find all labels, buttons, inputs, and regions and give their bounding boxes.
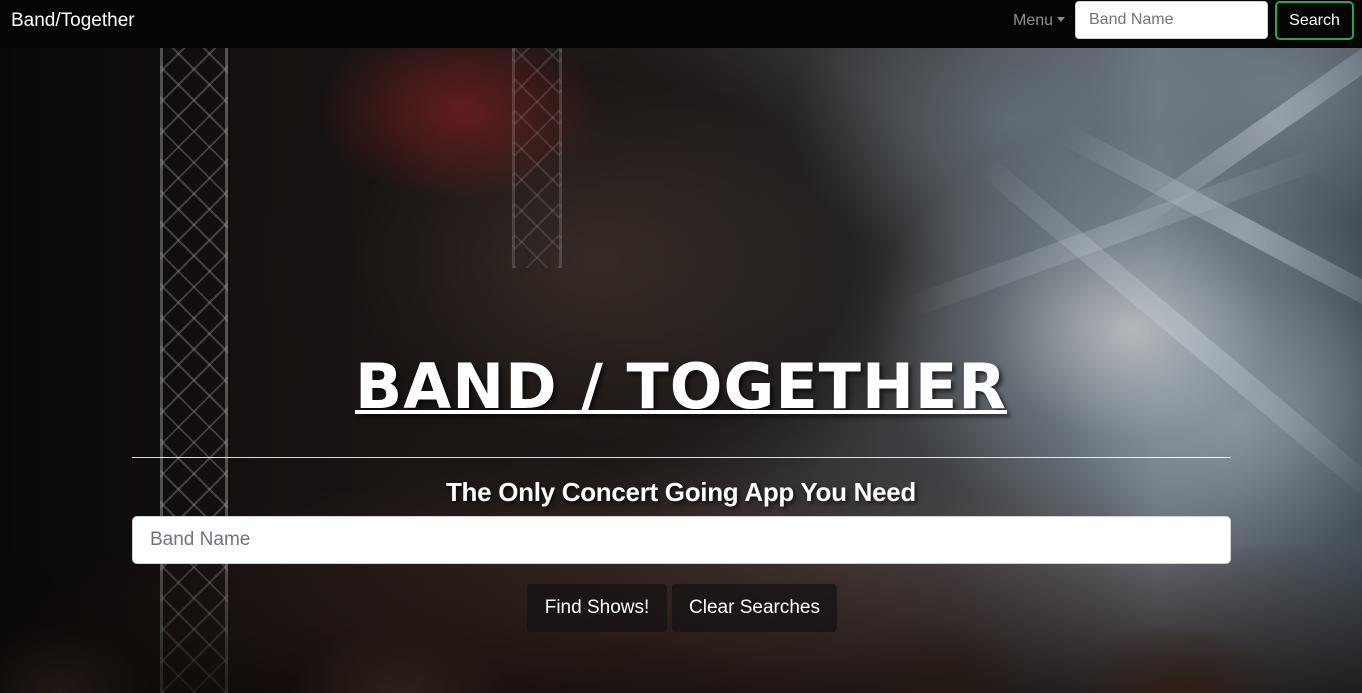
hero-title: BAND / TOGETHER bbox=[355, 350, 1007, 423]
hero-divider bbox=[132, 457, 1231, 458]
navbar-search-button[interactable]: Search bbox=[1275, 1, 1354, 40]
band-search-input[interactable] bbox=[132, 516, 1231, 564]
menu-dropdown-toggle[interactable]: Menu bbox=[1013, 12, 1066, 30]
top-navbar: Band/Together Menu Search bbox=[0, 0, 1362, 48]
navbar-search-input[interactable] bbox=[1075, 1, 1268, 39]
hero-subtitle: The Only Concert Going App You Need bbox=[445, 477, 917, 507]
clear-searches-button[interactable]: Clear Searches bbox=[672, 584, 837, 632]
find-shows-button[interactable]: Find Shows! bbox=[527, 584, 667, 632]
menu-label: Menu bbox=[1013, 12, 1054, 29]
caret-down-icon bbox=[1057, 17, 1066, 22]
brand-link[interactable]: Band/Together bbox=[11, 10, 135, 32]
